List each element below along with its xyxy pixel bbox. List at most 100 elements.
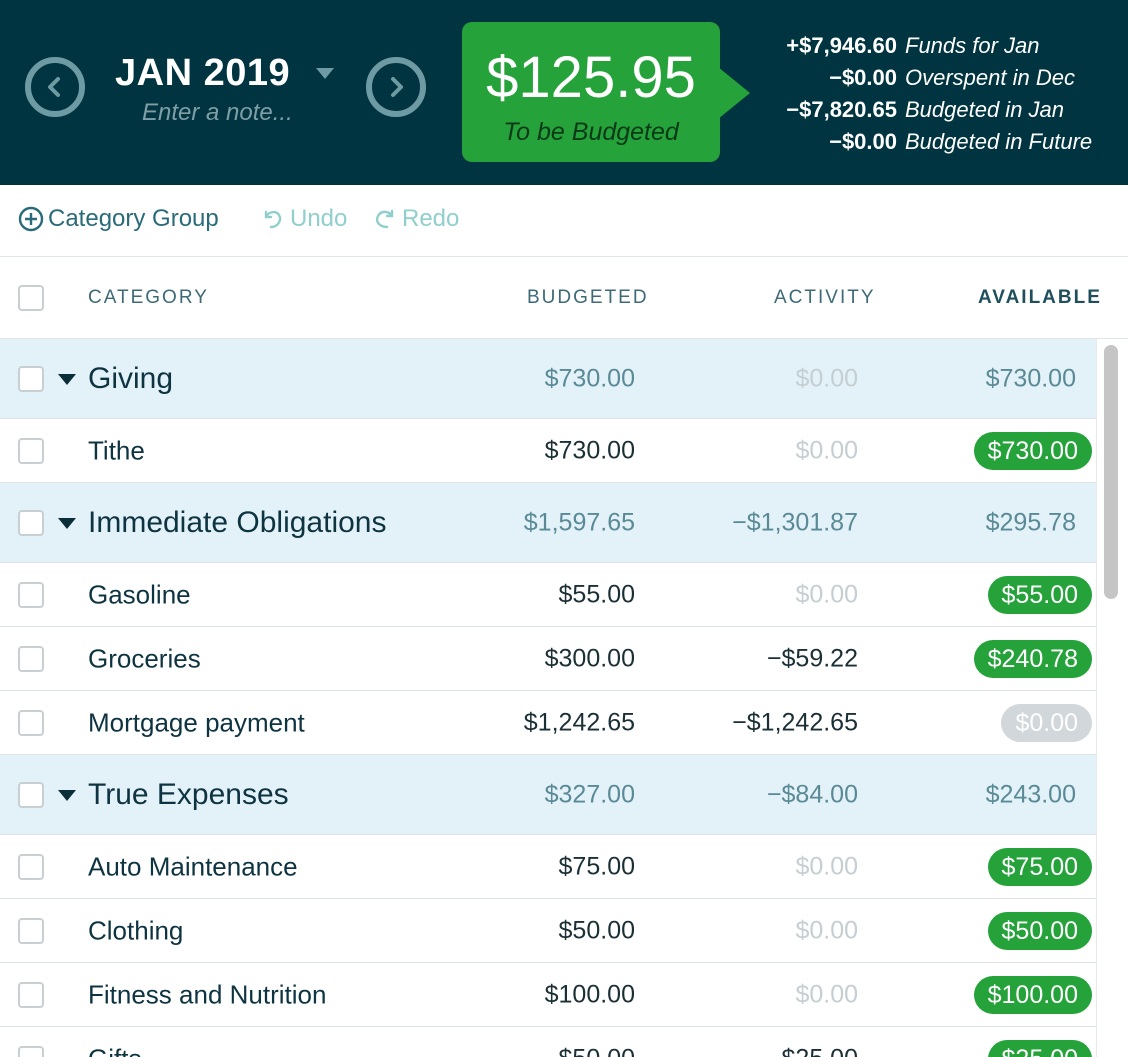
summary-label: Overspent in Dec <box>905 65 1075 90</box>
category-name[interactable]: Mortgage payment <box>88 707 305 738</box>
budgeted-cell[interactable]: $300.00 <box>475 644 635 673</box>
row-checkbox[interactable] <box>18 1045 44 1057</box>
scrollbar-thumb[interactable] <box>1104 345 1118 599</box>
group-name[interactable]: True Expenses <box>88 778 289 812</box>
row-checkbox[interactable] <box>18 437 44 464</box>
category-name[interactable]: Gasoline <box>88 579 191 610</box>
group-budgeted: $327.00 <box>544 780 635 808</box>
category-group-row[interactable]: True Expenses $327.00 −$84.00 $243.00 <box>0 755 1096 835</box>
activity-cell[interactable]: $0.00 <box>678 916 858 945</box>
column-header-available[interactable]: AVAILABLE <box>978 287 1102 309</box>
next-month-button[interactable] <box>366 57 426 117</box>
summary-amount: −$0.00 <box>829 129 897 154</box>
budget-toolbar: Category Group Undo Redo <box>0 185 1128 257</box>
summary-amount: +$7,946.60 <box>786 33 897 58</box>
row-checkbox[interactable] <box>18 645 44 672</box>
category-row[interactable]: Gasoline $55.00 $0.00 $55.00 <box>0 563 1096 627</box>
budgeted-cell[interactable]: $75.00 <box>475 852 635 881</box>
category-name[interactable]: Clothing <box>88 915 183 946</box>
select-all-checkbox[interactable] <box>18 285 44 311</box>
activity-cell[interactable]: −$59.22 <box>678 644 858 673</box>
budgeted-cell[interactable]: $100.00 <box>475 980 635 1009</box>
add-category-group-button[interactable]: Category Group <box>18 205 219 233</box>
category-name[interactable]: Auto Maintenance <box>88 851 298 882</box>
group-activity: −$1,301.87 <box>732 508 858 536</box>
redo-label: Redo <box>402 205 460 232</box>
collapse-caret-icon[interactable] <box>58 373 76 385</box>
category-group-row[interactable]: Immediate Obligations $1,597.65 −$1,301.… <box>0 483 1096 563</box>
category-group-row[interactable]: Giving $730.00 $0.00 $730.00 <box>0 339 1096 419</box>
summary-row: −$0.00 Overspent in Dec <box>745 62 1117 94</box>
summary-row: −$7,820.65 Budgeted in Jan <box>745 94 1117 126</box>
row-checkbox[interactable] <box>18 509 44 536</box>
summary-label: Budgeted in Jan <box>905 97 1065 122</box>
group-available: $243.00 <box>985 780 1076 808</box>
column-header-category[interactable]: CATEGORY <box>88 287 209 309</box>
category-name[interactable]: Tithe <box>88 435 145 466</box>
to-be-budgeted-box: $125.95 To be Budgeted <box>462 22 720 162</box>
activity-cell[interactable]: −$1,242.65 <box>678 708 858 737</box>
budgeted-cell[interactable]: $730.00 <box>475 436 635 465</box>
available-pill[interactable]: $730.00 <box>973 431 1092 470</box>
available-pill[interactable]: $0.00 <box>1001 703 1092 742</box>
available-pill[interactable]: $50.00 <box>987 911 1092 950</box>
category-row[interactable]: Auto Maintenance $75.00 $0.00 $75.00 <box>0 835 1096 899</box>
activity-cell[interactable]: −$25.00 <box>678 1044 858 1057</box>
collapse-caret-icon[interactable] <box>58 789 76 801</box>
available-pill[interactable]: $25.00 <box>987 1039 1092 1057</box>
available-pill[interactable]: $100.00 <box>973 975 1092 1014</box>
row-checkbox[interactable] <box>18 917 44 944</box>
category-row[interactable]: Fitness and Nutrition $100.00 $0.00 $100… <box>0 963 1096 1027</box>
month-title[interactable]: JAN 2019 <box>115 52 290 95</box>
budgeted-cell[interactable]: $1,242.65 <box>515 708 635 737</box>
category-row[interactable]: Clothing $50.00 $0.00 $50.00 <box>0 899 1096 963</box>
category-name[interactable]: Gifts <box>88 1043 141 1057</box>
group-budgeted: $730.00 <box>544 364 635 392</box>
row-checkbox[interactable] <box>18 853 44 880</box>
group-name[interactable]: Giving <box>88 362 173 396</box>
category-row[interactable]: Gifts $50.00 −$25.00 $25.00 <box>0 1027 1096 1057</box>
redo-button[interactable]: Redo <box>372 205 459 233</box>
add-category-group-label: Category Group <box>48 205 219 232</box>
category-row[interactable]: Mortgage payment $1,242.65 −$1,242.65 $0… <box>0 691 1096 755</box>
summary-row: +$7,946.60 Funds for Jan <box>745 30 1117 62</box>
category-row[interactable]: Groceries $300.00 −$59.22 $240.78 <box>0 627 1096 691</box>
available-pill[interactable]: $55.00 <box>987 575 1092 614</box>
activity-cell[interactable]: $0.00 <box>678 580 858 609</box>
undo-icon <box>264 210 282 229</box>
category-row[interactable]: Tithe $730.00 $0.00 $730.00 <box>0 419 1096 483</box>
to-be-budgeted-amount: $125.95 <box>486 45 696 110</box>
activity-cell[interactable]: $0.00 <box>678 980 858 1009</box>
available-pill[interactable]: $240.78 <box>973 639 1092 678</box>
table-header: CATEGORY BUDGETED ACTIVITY AVAILABLE <box>0 257 1128 339</box>
row-checkbox[interactable] <box>18 365 44 392</box>
budget-table-body: Giving $730.00 $0.00 $730.00 Tithe $730.… <box>0 339 1096 1057</box>
undo-button[interactable]: Undo <box>260 205 347 233</box>
row-checkbox[interactable] <box>18 581 44 608</box>
activity-cell[interactable]: $0.00 <box>678 436 858 465</box>
group-available: $295.78 <box>985 508 1076 536</box>
group-available: $730.00 <box>985 364 1076 392</box>
category-name[interactable]: Groceries <box>88 643 201 674</box>
column-header-activity[interactable]: ACTIVITY <box>774 287 876 309</box>
summary-amount: −$0.00 <box>829 65 897 90</box>
row-checkbox[interactable] <box>18 981 44 1008</box>
summary-row: −$0.00 Budgeted in Future <box>745 126 1117 158</box>
previous-month-button[interactable] <box>25 57 85 117</box>
budgeted-cell[interactable]: $55.00 <box>475 580 635 609</box>
vertical-scrollbar[interactable] <box>1096 339 1128 1057</box>
month-dropdown-icon[interactable] <box>316 68 334 79</box>
budgeted-cell[interactable]: $50.00 <box>475 916 635 945</box>
budgeted-cell[interactable]: $50.00 <box>475 1044 635 1057</box>
available-pill[interactable]: $75.00 <box>987 847 1092 886</box>
group-name[interactable]: Immediate Obligations <box>88 506 386 540</box>
activity-cell[interactable]: $0.00 <box>678 852 858 881</box>
budget-header: JAN 2019 Enter a note... $125.95 To be B… <box>0 0 1128 185</box>
month-note-field[interactable]: Enter a note... <box>142 99 293 127</box>
row-checkbox[interactable] <box>18 781 44 808</box>
row-checkbox[interactable] <box>18 709 44 736</box>
category-name[interactable]: Fitness and Nutrition <box>88 979 326 1010</box>
column-header-budgeted[interactable]: BUDGETED <box>527 287 649 309</box>
collapse-caret-icon[interactable] <box>58 517 76 529</box>
summary-label: Funds for Jan <box>905 33 1040 58</box>
